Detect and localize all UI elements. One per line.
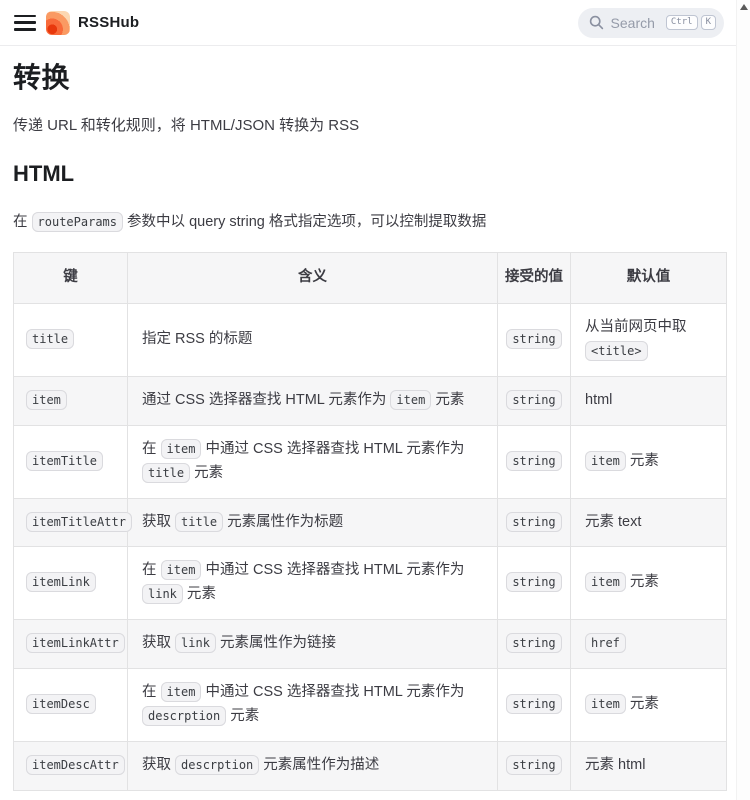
meaning-cell: 在 item 中通过 CSS 选择器查找 HTML 元素作为 link 元素 [128,547,498,620]
table-body: title指定 RSS 的标题string从当前网页中取 <title>item… [14,303,727,790]
section-heading-html: HTML [13,161,740,187]
rsshub-logo-icon [46,11,70,35]
key-cell: itemLink [14,547,128,620]
default-cell: html [571,376,727,425]
search-icon [589,15,604,30]
main-content: 转换 传递 URL 和转化规则，将 HTML/JSON 转换为 RSS HTML… [0,46,750,800]
table-row: title指定 RSS 的标题string从当前网页中取 <title> [14,303,727,376]
rsshub-logo-link[interactable]: RSSHub [46,11,139,35]
meaning-cell: 获取 descrption 元素属性作为描述 [128,742,498,791]
default-cell: 从当前网页中取 <title> [571,303,727,376]
table-row: item通过 CSS 选择器查找 HTML 元素作为 item 元素string… [14,376,727,425]
table-row: itemLink在 item 中通过 CSS 选择器查找 HTML 元素作为 l… [14,547,727,620]
column-header: 接受的值 [498,253,571,304]
default-cell: 元素 html [571,742,727,791]
key-cell: itemDescAttr [14,742,128,791]
key-cell: itemLinkAttr [14,620,128,669]
default-cell: item 元素 [571,669,727,742]
accepts-cell: string [498,498,571,547]
table-header-row: 键含义接受的值默认值 [14,253,727,304]
params-table: 键含义接受的值默认值 title指定 RSS 的标题string从当前网页中取 … [13,252,727,791]
accepts-cell: string [498,669,571,742]
kbd-ctrl: Ctrl [666,15,698,30]
meaning-cell: 指定 RSS 的标题 [128,303,498,376]
default-cell: item 元素 [571,547,727,620]
accepts-cell: string [498,376,571,425]
column-header: 键 [14,253,128,304]
meaning-cell: 获取 link 元素属性作为链接 [128,620,498,669]
default-cell: item 元素 [571,425,727,498]
brand-title: RSSHub [78,14,139,31]
meaning-cell: 获取 title 元素属性作为标题 [128,498,498,547]
accepts-cell: string [498,620,571,669]
navbar: RSSHub Search Ctrl K [0,0,750,46]
accepts-cell: string [498,303,571,376]
key-cell: itemTitleAttr [14,498,128,547]
accepts-cell: string [498,742,571,791]
key-cell: itemDesc [14,669,128,742]
search-button[interactable]: Search Ctrl K [578,8,724,38]
page-subtitle: 传递 URL 和转化规则，将 HTML/JSON 转换为 RSS [13,114,740,135]
accepts-cell: string [498,547,571,620]
search-placeholder: Search [611,15,655,31]
column-header: 含义 [128,253,498,304]
scrollbar[interactable] [736,0,750,800]
key-cell: title [14,303,128,376]
column-header: 默认值 [571,253,727,304]
default-cell: 元素 text [571,498,727,547]
kbd-k: K [701,15,716,30]
table-row: itemLinkAttr获取 link 元素属性作为链接stringhref [14,620,727,669]
table-row: itemTitle在 item 中通过 CSS 选择器查找 HTML 元素作为 … [14,425,727,498]
table-row: itemDescAttr获取 descrption 元素属性作为描述string… [14,742,727,791]
default-cell: href [571,620,727,669]
key-cell: itemTitle [14,425,128,498]
meaning-cell: 在 item 中通过 CSS 选择器查找 HTML 元素作为 title 元素 [128,425,498,498]
key-cell: item [14,376,128,425]
hamburger-menu-icon[interactable] [14,15,36,31]
scroll-up-arrow-icon[interactable] [740,4,748,10]
table-row: itemTitleAttr获取 title 元素属性作为标题string元素 t… [14,498,727,547]
meaning-cell: 通过 CSS 选择器查找 HTML 元素作为 item 元素 [128,376,498,425]
meaning-cell: 在 item 中通过 CSS 选择器查找 HTML 元素作为 descrptio… [128,669,498,742]
page-title: 转换 [13,56,740,96]
route-params-intro: 在 routeParams 参数中以 query string 格式指定选项，可… [13,211,740,234]
table-row: itemDesc在 item 中通过 CSS 选择器查找 HTML 元素作为 d… [14,669,727,742]
accepts-cell: string [498,425,571,498]
